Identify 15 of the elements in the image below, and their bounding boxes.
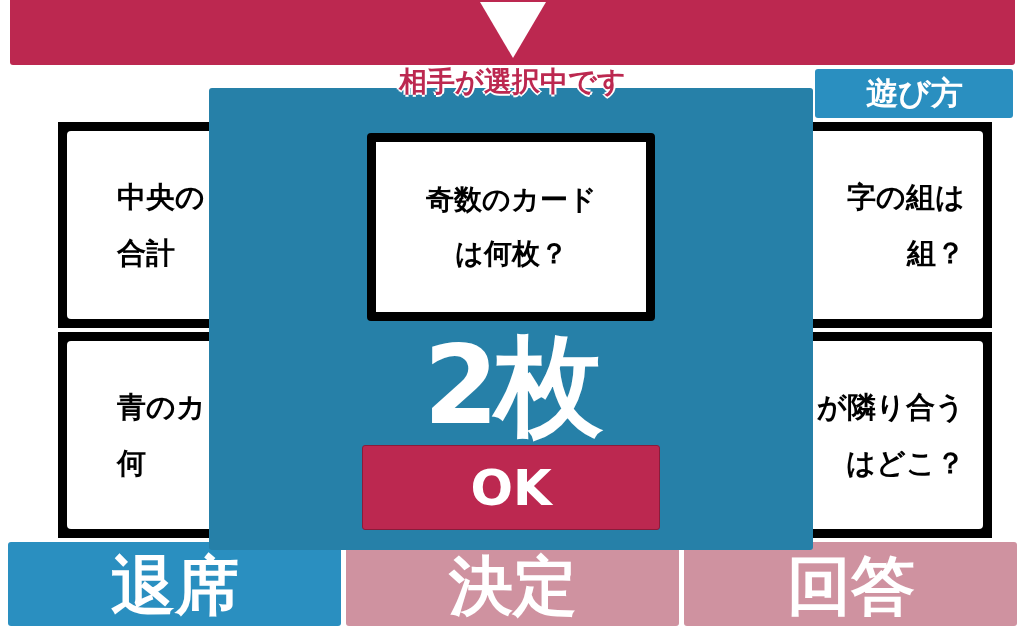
- card-text: 何: [117, 445, 146, 482]
- card-text: 組？: [907, 235, 965, 272]
- card-text: 合計: [117, 235, 175, 272]
- card-text: が隣り合う: [817, 389, 965, 426]
- card-text: 中央の: [117, 179, 205, 216]
- answer-text: 2枚: [423, 327, 599, 445]
- how-to-play-button[interactable]: 遊び方: [815, 69, 1013, 118]
- action-button[interactable]: 退席: [8, 542, 341, 626]
- down-triangle-icon: [479, 2, 546, 58]
- card-text: 青のカ: [117, 389, 206, 426]
- card-text: は何枚？: [454, 236, 568, 272]
- card-text: はどこ？: [846, 445, 965, 482]
- card-text: 奇数のカード: [425, 182, 597, 218]
- card-text: 字の組は: [847, 179, 965, 216]
- ok-button[interactable]: OK: [362, 445, 660, 530]
